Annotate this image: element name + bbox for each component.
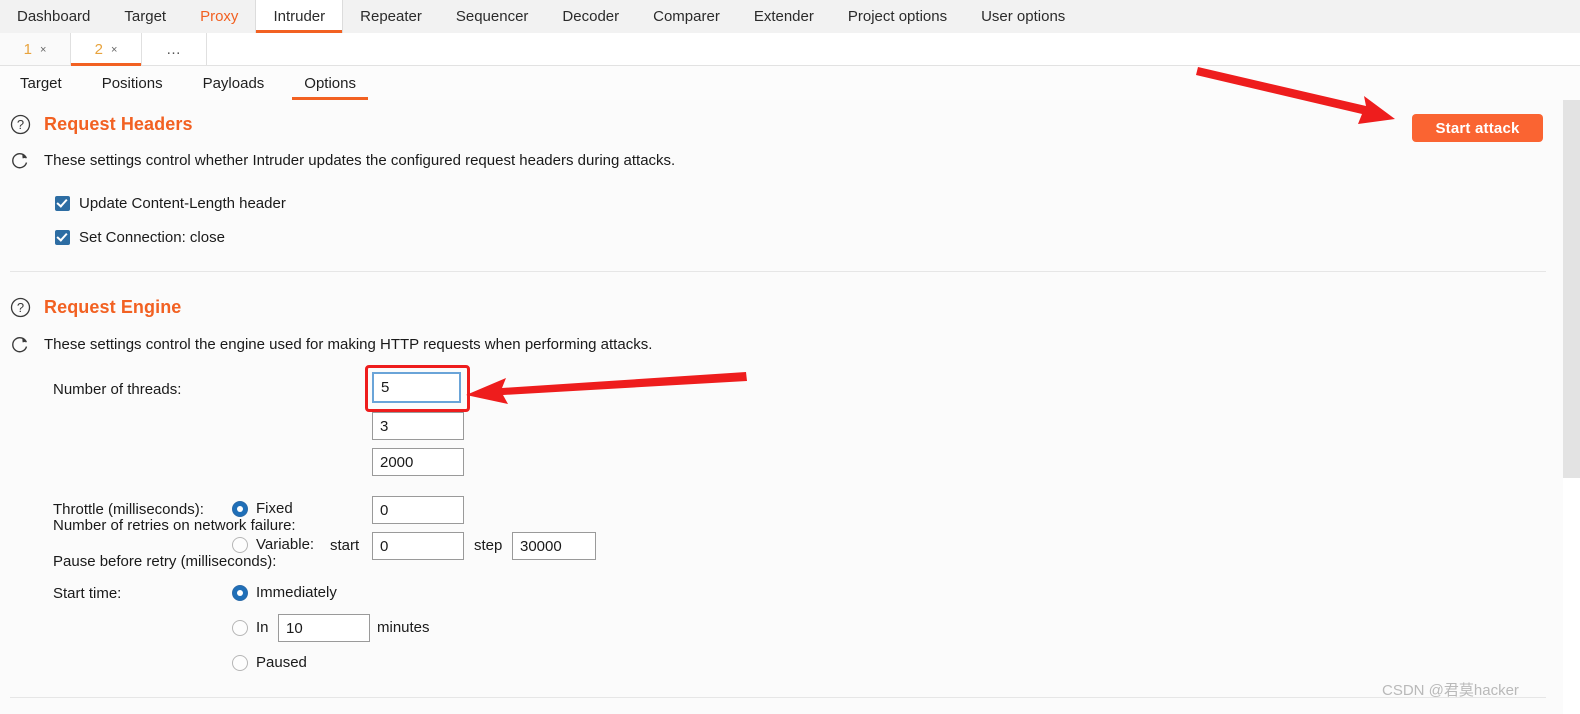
question-circle-icon[interactable]: ? <box>10 114 31 135</box>
tab-decoder[interactable]: Decoder <box>545 0 636 33</box>
request-engine-heading: ? Request Engine <box>10 297 181 318</box>
request-engine-description-row: These settings control the engine used f… <box>10 334 652 355</box>
checkbox-label: Update Content-Length header <box>79 195 286 212</box>
request-engine-description: These settings control the engine used f… <box>44 336 653 353</box>
request-headers-title: Request Headers <box>44 114 193 134</box>
close-icon[interactable]: × <box>40 44 46 56</box>
label-throttle: Throttle (milliseconds): <box>53 501 204 518</box>
radio-icon[interactable] <box>232 619 248 636</box>
radio-label: In <box>256 619 269 636</box>
throttle-start-input[interactable] <box>372 532 464 560</box>
checkbox-icon[interactable] <box>55 230 70 245</box>
checkbox-update-content-length[interactable]: Update Content-Length header <box>55 195 286 212</box>
checkbox-label: Set Connection: close <box>79 229 225 246</box>
tab-user-options[interactable]: User options <box>964 0 1082 33</box>
vertical-scrollbar[interactable] <box>1563 100 1580 478</box>
tab-extender[interactable]: Extender <box>737 0 831 33</box>
checkbox-set-connection-close[interactable]: Set Connection: close <box>55 229 225 246</box>
pause-before-retry-input[interactable] <box>372 448 464 476</box>
attack-tab-1-number: 1 <box>23 41 32 58</box>
radio-icon[interactable] <box>232 584 248 601</box>
close-icon[interactable]: × <box>111 44 117 56</box>
refresh-icon[interactable] <box>10 150 31 171</box>
label-number-of-threads: Number of threads: <box>53 381 182 398</box>
tab-target[interactable]: Target <box>107 0 183 33</box>
tab-dashboard[interactable]: Dashboard <box>0 0 107 33</box>
attack-tab-bar: 1 × 2 × … <box>0 33 1580 66</box>
refresh-icon[interactable] <box>10 334 31 355</box>
tab-intruder[interactable]: Intruder <box>255 0 344 33</box>
label-start-time: Start time: <box>53 585 122 602</box>
tab-proxy[interactable]: Proxy <box>183 0 255 33</box>
subtab-target[interactable]: Target <box>0 66 82 100</box>
attack-tab-2-number: 2 <box>94 41 103 58</box>
radio-label: Variable: <box>256 536 315 553</box>
radio-start-paused[interactable]: Paused <box>232 654 307 671</box>
attack-tab-1[interactable]: 1 × <box>0 33 71 66</box>
label-throttle-start: start <box>330 537 360 554</box>
csdn-watermark: CSDN @君莫hacker <box>1382 682 1519 699</box>
subtab-options[interactable]: Options <box>284 66 376 100</box>
throttle-step-input[interactable] <box>512 532 596 560</box>
radio-throttle-fixed[interactable]: Fixed <box>232 500 293 517</box>
radio-label: Immediately <box>256 584 337 601</box>
tab-repeater[interactable]: Repeater <box>343 0 439 33</box>
tab-project-options[interactable]: Project options <box>831 0 964 33</box>
label-minutes: minutes <box>377 619 430 636</box>
request-headers-heading: ? Request Headers <box>10 114 193 135</box>
request-headers-description: These settings control whether Intruder … <box>44 152 676 169</box>
radio-label: Paused <box>256 654 307 671</box>
intruder-sub-tab-bar: Target Positions Payloads Options <box>0 66 1580 101</box>
attack-tab-overflow[interactable]: … <box>142 33 207 66</box>
start-time-minutes-input[interactable] <box>278 614 370 642</box>
number-of-retries-input[interactable] <box>372 412 464 440</box>
main-tab-bar: Dashboard Target Proxy Intruder Repeater… <box>0 0 1580 34</box>
svg-text:?: ? <box>17 117 24 132</box>
radio-icon[interactable] <box>232 500 248 517</box>
label-pause-before-retry: Pause before retry (milliseconds): <box>53 553 277 570</box>
radio-throttle-variable[interactable]: Variable: <box>232 536 314 553</box>
options-panel: ? Request Headers These settings control… <box>0 100 1563 714</box>
request-headers-description-row: These settings control whether Intruder … <box>10 150 675 171</box>
attack-tab-2[interactable]: 2 × <box>71 33 142 66</box>
radio-start-immediately[interactable]: Immediately <box>232 584 337 601</box>
tab-comparer[interactable]: Comparer <box>636 0 737 33</box>
label-number-of-retries: Number of retries on network failure: <box>53 517 296 534</box>
radio-start-in-minutes[interactable]: In <box>232 619 269 636</box>
subtab-positions[interactable]: Positions <box>82 66 183 100</box>
bottom-divider <box>10 697 1546 698</box>
section-divider <box>10 271 1546 272</box>
label-throttle-step: step <box>474 537 503 554</box>
radio-icon[interactable] <box>232 536 248 553</box>
subtab-payloads[interactable]: Payloads <box>183 66 285 100</box>
throttle-fixed-input[interactable] <box>372 496 464 524</box>
question-circle-icon[interactable]: ? <box>10 297 31 318</box>
start-attack-button[interactable]: Start attack <box>1412 114 1543 142</box>
radio-label: Fixed <box>256 500 293 517</box>
checkbox-icon[interactable] <box>55 196 70 211</box>
number-of-threads-input[interactable] <box>372 372 461 403</box>
svg-text:?: ? <box>17 300 24 315</box>
tab-sequencer[interactable]: Sequencer <box>439 0 546 33</box>
radio-icon[interactable] <box>232 654 248 671</box>
request-engine-title: Request Engine <box>44 297 182 317</box>
